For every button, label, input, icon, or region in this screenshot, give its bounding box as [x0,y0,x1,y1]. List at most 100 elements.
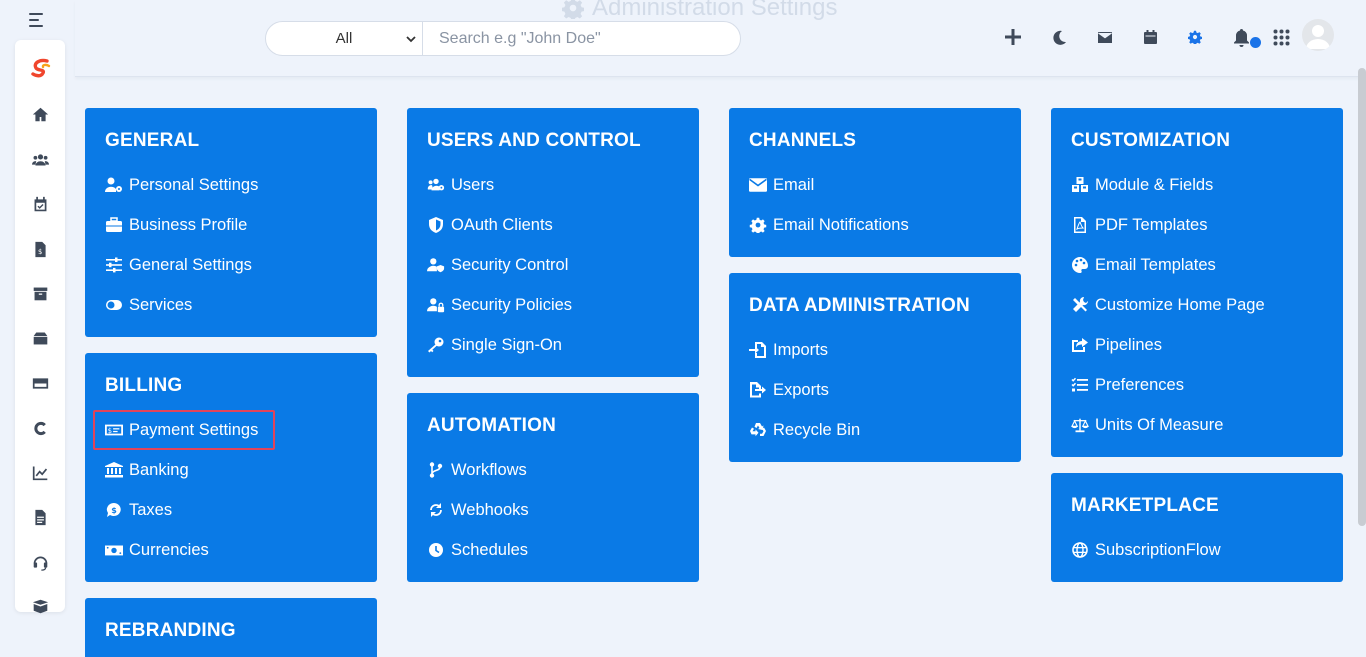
card-title: BILLING [105,375,183,396]
sidebar: $ [15,40,65,613]
recycle-icon [750,423,766,437]
card-marketplace: MARKETPLACE SubscriptionFlow [1051,473,1343,582]
link-security-policies[interactable]: Security Policies [427,293,572,317]
file-export-icon [750,382,766,398]
link-pdf-templates[interactable]: PDF Templates [1071,213,1208,237]
hamburger-icon[interactable] [29,13,45,27]
palette-icon [1072,257,1088,273]
search-bar: All [265,21,741,56]
link-security-control[interactable]: Security Control [427,253,568,277]
card-channels: CHANNELS Email Email Notifications [729,108,1021,257]
users-cog-icon [427,178,445,191]
svg-text:$: $ [37,247,41,255]
link-currencies[interactable]: Currencies [105,538,209,562]
bell-icon[interactable] [1232,27,1250,47]
link-services[interactable]: Services [105,293,192,317]
file-pdf-icon [1074,217,1086,233]
cubes-icon [1072,177,1088,192]
calendar-icon[interactable] [1143,27,1157,47]
link-personal-settings[interactable]: Personal Settings [105,173,258,197]
toggle-icon [106,300,122,310]
money-bill-icon [105,545,123,556]
gear-icon[interactable] [1187,27,1202,47]
card-title: GENERAL [105,130,200,151]
card-data-administration: DATA ADMINISTRATION Imports Exports Recy… [729,273,1021,462]
calendar-check-icon[interactable] [30,194,50,214]
bank-icon [105,462,123,478]
link-oauth-clients[interactable]: OAuth Clients [427,213,553,237]
search-input[interactable] [423,22,740,55]
link-module-fields[interactable]: Module & Fields [1071,173,1213,197]
link-units-of-measure[interactable]: Units Of Measure [1071,413,1223,437]
box-open-icon[interactable] [30,596,50,616]
sync-icon [430,503,442,517]
link-preferences[interactable]: Preferences [1071,373,1184,397]
link-business-profile[interactable]: Business Profile [105,213,247,237]
link-banking[interactable]: Banking [105,458,189,482]
globe-icon [1072,542,1088,558]
envelope-icon[interactable] [1098,27,1112,47]
plus-icon[interactable] [1004,27,1022,47]
user-lock-icon [427,298,445,313]
card-rebranding: REBRANDING [85,598,377,657]
chevron-down-icon [406,36,416,43]
card-automation: AUTOMATION Workflows Webhooks Schedules [407,393,699,582]
headset-icon[interactable] [30,552,50,572]
card-title: CHANNELS [749,130,857,151]
svg-text:$: $ [108,427,112,435]
link-customize-home-page[interactable]: Customize Home Page [1071,293,1265,317]
clock-icon [429,543,443,557]
grid-icon[interactable] [1273,27,1290,47]
share-square-icon [1072,338,1088,352]
link-webhooks[interactable]: Webhooks [427,498,529,522]
link-email-templates[interactable]: Email Templates [1071,253,1216,277]
link-general-settings[interactable]: General Settings [105,253,252,277]
link-schedules[interactable]: Schedules [427,538,528,562]
gear-icon [749,217,767,233]
card-users-and-control: USERS AND CONTROL Users OAuth Clients Se… [407,108,699,377]
page-scrollbar[interactable] [1358,68,1366,526]
link-exports[interactable]: Exports [749,378,829,402]
link-email[interactable]: Email [749,173,814,197]
card-title: USERS AND CONTROL [427,130,641,151]
sliders-icon [106,257,122,273]
link-recycle-bin[interactable]: Recycle Bin [749,418,860,442]
code-branch-icon [429,462,443,478]
file-import-icon [749,342,766,358]
users-group-icon[interactable] [30,149,50,169]
link-single-sign-on[interactable]: Single Sign-On [427,333,562,357]
link-taxes[interactable]: $ Taxes [105,498,172,522]
link-payment-settings[interactable]: $ Payment Settings [105,418,258,442]
search-scope-select[interactable]: All [266,22,423,55]
balance-scale-icon [1071,418,1089,433]
user-avatar[interactable] [1302,19,1334,51]
c-logo-icon[interactable] [30,418,50,438]
card-title: MARKETPLACE [1071,495,1219,516]
invoice-icon[interactable]: $ [30,239,50,259]
card-title: REBRANDING [105,620,236,641]
briefcase-icon [106,217,122,232]
link-imports[interactable]: Imports [749,338,828,362]
box-icon[interactable] [30,328,50,348]
page-title: Administration Settings [562,0,837,22]
app-logo[interactable] [30,58,52,82]
moon-icon[interactable] [1053,27,1067,47]
card-general: GENERAL Personal Settings Business Profi… [85,108,377,337]
envelope-icon [749,178,767,192]
home-icon[interactable] [30,104,50,124]
money-bubble-icon: $ [106,502,121,517]
notification-badge [1250,37,1261,48]
chart-line-icon[interactable] [30,462,50,482]
link-pipelines[interactable]: Pipelines [1071,333,1162,357]
document-icon[interactable] [30,507,50,527]
card-icon[interactable] [30,373,50,393]
link-users[interactable]: Users [427,173,494,197]
archive-icon[interactable] [30,283,50,303]
user-shield-icon [427,258,445,273]
money-card-icon: $ [105,424,123,436]
search-scope-value: All [335,30,353,47]
card-title: CUSTOMIZATION [1071,130,1231,151]
link-subscriptionflow[interactable]: SubscriptionFlow [1071,538,1221,562]
link-workflows[interactable]: Workflows [427,458,527,482]
link-email-notifications[interactable]: Email Notifications [749,213,909,237]
